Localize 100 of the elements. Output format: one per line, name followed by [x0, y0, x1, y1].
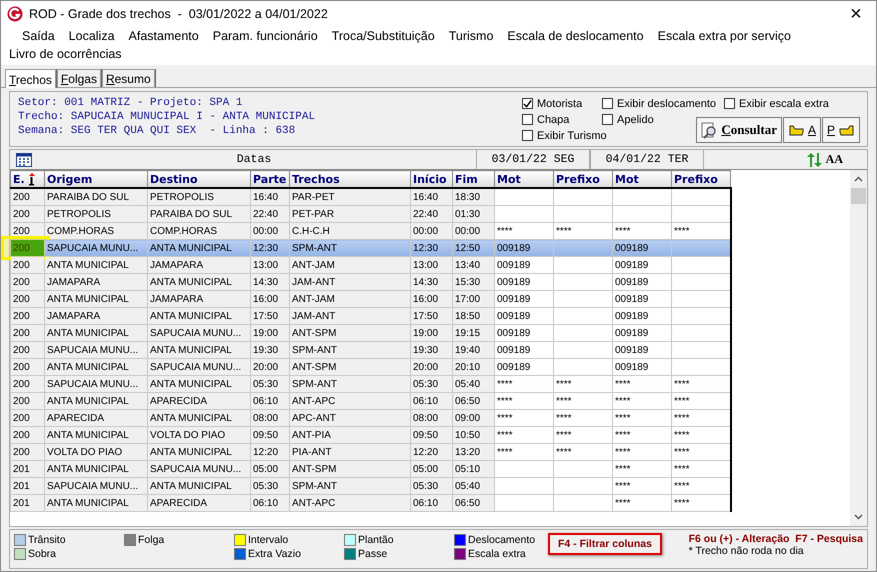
table-cell: [672, 342, 730, 358]
consultar-button[interactable]: Consultar: [696, 117, 782, 143]
table-cell: 22:40: [250, 206, 290, 222]
table-cell: 06:50: [452, 494, 494, 512]
table-cell: 201: [10, 460, 44, 478]
table-cell: C.H-C.H: [290, 222, 410, 240]
table-cell: VOLTA DO PIAO: [148, 426, 250, 444]
table-cell: 12:20: [410, 444, 452, 460]
table-cell: SAPUCAIA MUNU...: [148, 358, 250, 376]
close-button[interactable]: ×: [836, 1, 876, 27]
table-cell: 200: [10, 358, 44, 376]
table-cell: ****: [672, 376, 730, 392]
menu-item[interactable]: Escala extra por serviço: [650, 27, 798, 45]
checkbox[interactable]: Exibir Turismo: [522, 128, 607, 143]
table-cell: 09:50: [250, 426, 290, 444]
table-cell: JAMAPARA: [148, 290, 250, 308]
font-size-icon[interactable]: AA: [826, 152, 843, 167]
table-cell: 06:50: [452, 392, 494, 410]
menu-item[interactable]: Escala de deslocamento: [500, 27, 651, 45]
table-cell: ****: [672, 460, 730, 478]
table-cell: ANTA MUNICIPAL: [148, 410, 250, 426]
table-cell: 009189: [612, 256, 672, 274]
table-cell: 05:40: [452, 376, 494, 392]
table-cell: SAPUCAIA MUNU...: [44, 478, 148, 494]
table-cell: 14:30: [410, 274, 452, 290]
table-cell: 12:30: [250, 240, 290, 256]
table-cell: PARAIBA DO SUL: [148, 206, 250, 222]
table-cell: 009189: [494, 308, 554, 324]
table-cell: SPM-ANT: [290, 342, 410, 358]
menu-item[interactable]: Afastamento: [122, 27, 206, 45]
app-logo-icon: [7, 6, 23, 22]
tab[interactable]: Trechos: [5, 69, 56, 88]
table-cell: SAPUCAIA MUNU...: [44, 376, 148, 392]
table-cell: [554, 494, 612, 512]
table-cell: 200: [10, 188, 44, 206]
table-cell: 05:00: [250, 460, 290, 478]
table-cell: 22:40: [410, 206, 452, 222]
info-text: Setor: 001 MATRIZ - Projeto: SPA 1: [18, 96, 244, 110]
table-cell: 06:10: [250, 494, 290, 512]
table-cell: [554, 206, 612, 222]
table-cell: PETROPOLIS: [44, 206, 148, 222]
table-cell: SPM-ANT: [290, 376, 410, 392]
table-cell: ANTA MUNICIPAL: [44, 358, 148, 376]
table-cell: 05:30: [250, 376, 290, 392]
scroll-thumb[interactable]: [851, 188, 866, 204]
table-cell: [672, 188, 730, 206]
table-cell: 200: [10, 426, 44, 444]
swap-arrows-icon[interactable]: [806, 152, 823, 168]
legend-label: Passe: [358, 548, 388, 560]
table-cell: PAR-PET: [290, 188, 410, 206]
tab[interactable]: Folgas: [56, 69, 101, 87]
footnote-text: * Trecho não roda no dia: [688, 545, 804, 557]
table-cell: ****: [672, 444, 730, 460]
checkbox[interactable]: Motorista: [522, 96, 582, 111]
menu-item[interactable]: Saída: [15, 27, 62, 45]
table-cell: 13:40: [452, 256, 494, 274]
table-cell: ****: [672, 392, 730, 410]
table-cell: [672, 240, 730, 256]
previous-button[interactable]: A: [782, 117, 821, 143]
table-cell: 009189: [612, 342, 672, 358]
table-cell: 200: [10, 274, 44, 290]
table-cell: 05:30: [250, 478, 290, 494]
menu-item[interactable]: Troca/Substituição: [324, 27, 442, 45]
table-cell: SAPUCAIA MUNU...: [148, 460, 250, 478]
shortcut-hint: F6 ou (+) - Alteração F7 - Pesquisa: [688, 533, 863, 545]
menu-item[interactable]: Param. funcionário: [206, 27, 325, 45]
table-cell: ANTA MUNICIPAL: [148, 240, 250, 256]
table-cell: 200: [10, 290, 44, 308]
checkbox[interactable]: Exibir escala extra: [724, 96, 829, 111]
table-cell: 09:50: [410, 426, 452, 444]
table-cell: JAMAPARA: [148, 256, 250, 274]
table-cell: 009189: [612, 274, 672, 290]
table-cell: 009189: [612, 290, 672, 308]
menu-item[interactable]: Localiza: [62, 27, 122, 45]
table-cell: ANTA MUNICIPAL: [148, 376, 250, 392]
calendar-icon: [16, 152, 32, 166]
next-button[interactable]: P: [822, 117, 860, 143]
scrollbar[interactable]: [850, 170, 867, 526]
table-cell: ANT-JAM: [290, 256, 410, 274]
table-cell: 01:30: [452, 206, 494, 222]
table-cell: 19:30: [250, 342, 290, 358]
menu-item[interactable]: Livro de ocorrências: [9, 45, 876, 63]
table-cell: 00:00: [452, 222, 494, 240]
table-cell: [494, 494, 554, 512]
table-cell: 200: [10, 410, 44, 426]
checkbox[interactable]: Chapa: [522, 112, 570, 127]
menu-item[interactable]: Turismo: [442, 27, 500, 45]
tab[interactable]: Resumo: [102, 69, 155, 87]
table-cell: 08:00: [410, 410, 452, 426]
table-cell: [554, 324, 612, 342]
table-cell: 06:10: [250, 392, 290, 410]
table-cell: 20:00: [250, 358, 290, 376]
table-cell: ANTA MUNICIPAL: [44, 290, 148, 308]
table-cell: PIA-ANT: [290, 444, 410, 460]
table-cell: ****: [554, 426, 612, 444]
table-cell: 200: [10, 256, 44, 274]
checkbox[interactable]: Exibir deslocamento: [602, 96, 716, 111]
checkbox[interactable]: Apelido: [602, 112, 654, 127]
table-cell: 12:50: [452, 240, 494, 256]
table-cell: ANT-SPM: [290, 460, 410, 478]
